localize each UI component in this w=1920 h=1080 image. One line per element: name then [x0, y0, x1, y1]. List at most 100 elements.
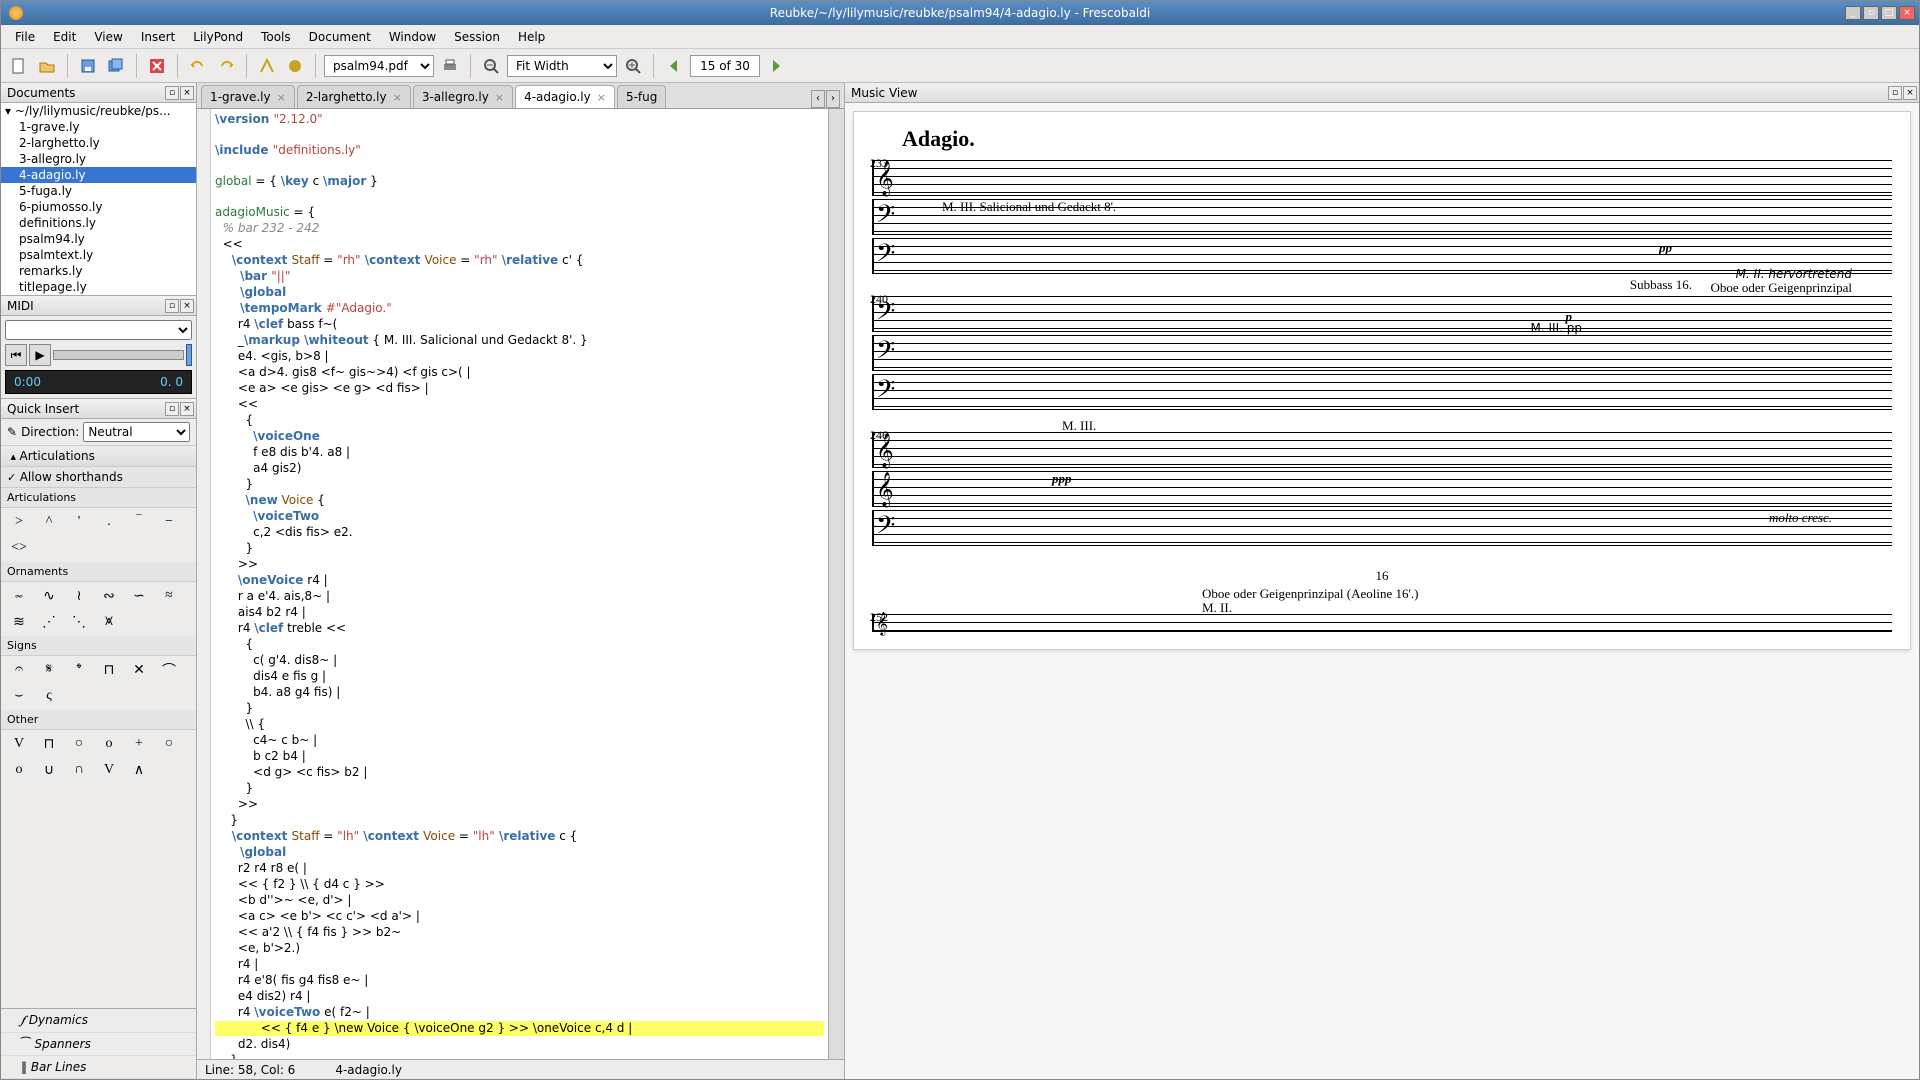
tab-close-icon[interactable]: ×	[393, 91, 402, 104]
doclist-item[interactable]: 5-fuga.ly	[1, 183, 196, 199]
tab[interactable]: 3-allegro.ly×	[413, 85, 513, 108]
doclist-item[interactable]: 6-piumosso.ly	[1, 199, 196, 215]
qi-dynamics[interactable]: 𝆑 Dynamics	[1, 1009, 196, 1033]
doclist-item[interactable]: remarks.ly	[1, 263, 196, 279]
qi-shorthands[interactable]: ✓ Allow shorthands	[1, 467, 196, 488]
doclist-item[interactable]: 3-allegro.ly	[1, 151, 196, 167]
sign-icon[interactable]: ✕	[127, 660, 151, 680]
menu-session[interactable]: Session	[446, 28, 508, 46]
midi-output-select[interactable]	[5, 320, 192, 340]
music-view-body[interactable]: Adagio. 233 𝄞 M. III. Salicional und Ged…	[845, 103, 1919, 1079]
panel-float-button[interactable]: ▫	[165, 299, 179, 313]
staccato-icon[interactable]: .	[97, 512, 121, 532]
direction-select[interactable]: Neutral	[83, 422, 190, 442]
portato-icon[interactable]: ‾	[127, 512, 151, 532]
marcato-icon[interactable]: ^	[37, 512, 61, 532]
tab-close-icon[interactable]: ×	[597, 91, 606, 104]
panel-float-button[interactable]: ▫	[165, 86, 179, 100]
other-icon[interactable]: +	[127, 734, 151, 754]
midi-rewind-button[interactable]: ⏮	[5, 344, 27, 366]
editor-scrollbar[interactable]	[828, 109, 844, 1059]
save-button[interactable]	[76, 54, 100, 78]
panel-float-button[interactable]: ▫	[165, 402, 179, 416]
menu-window[interactable]: Window	[381, 28, 444, 46]
other-icon[interactable]: ∪	[37, 760, 61, 780]
undo-button[interactable]	[186, 54, 210, 78]
espressivo-icon[interactable]: <>	[7, 538, 31, 558]
doclist-item[interactable]: psalm94.ly	[1, 231, 196, 247]
other-icon[interactable]: o	[97, 734, 121, 754]
qi-barlines[interactable]: ‖ Bar Lines	[1, 1056, 196, 1079]
tab[interactable]: 2-larghetto.ly×	[297, 85, 411, 108]
sign-icon[interactable]: ⊓	[97, 660, 121, 680]
doclist-root[interactable]: ▾ ~/ly/lilymusic/reubke/ps...	[1, 103, 196, 119]
zoom-select[interactable]: Fit Width	[507, 55, 617, 77]
other-icon[interactable]: ∧	[127, 760, 151, 780]
menu-tools[interactable]: Tools	[253, 28, 299, 46]
ornament-icon[interactable]: ⩙	[97, 612, 121, 632]
panel-float-button[interactable]: ▫	[1888, 86, 1902, 100]
new-file-button[interactable]	[7, 54, 31, 78]
sign-icon[interactable]: ⌣	[7, 686, 31, 706]
zoom-in-button[interactable]	[621, 54, 645, 78]
print-button[interactable]	[438, 54, 462, 78]
doclist-item[interactable]: psalmtext.ly	[1, 247, 196, 263]
menu-file[interactable]: File	[7, 28, 43, 46]
coda-icon[interactable]: 𝄌	[67, 660, 91, 680]
close-button[interactable]: ×	[1899, 6, 1915, 20]
panel-close-button[interactable]: ×	[1903, 86, 1917, 100]
accent-icon[interactable]: >	[7, 512, 31, 532]
menu-help[interactable]: Help	[510, 28, 553, 46]
trill-icon[interactable]: 𝆗	[7, 586, 31, 606]
redo-button[interactable]	[214, 54, 238, 78]
doclist-item[interactable]: 1-grave.ly	[1, 119, 196, 135]
tab-close-icon[interactable]: ×	[277, 91, 286, 104]
compile-button[interactable]	[255, 54, 279, 78]
doclist-item[interactable]: definitions.ly	[1, 215, 196, 231]
midi-volume[interactable]	[186, 344, 192, 366]
panel-close-button[interactable]: ×	[180, 86, 194, 100]
sign-icon[interactable]: ⌒	[157, 660, 181, 680]
doclist-item[interactable]: titlepage.ly	[1, 279, 196, 295]
qi-spanners[interactable]: ⁀ Spanners	[1, 1033, 196, 1056]
doclist-item[interactable]: 2-larghetto.ly	[1, 135, 196, 151]
pdf-select[interactable]: psalm94.pdf	[324, 55, 434, 77]
code-editor[interactable]: \version "2.12.0" \include "definitions.…	[211, 109, 828, 1059]
other-icon[interactable]: V	[97, 760, 121, 780]
other-icon[interactable]: ○	[157, 734, 181, 754]
engrave-button[interactable]	[283, 54, 307, 78]
menu-edit[interactable]: Edit	[45, 28, 84, 46]
ornament-icon[interactable]: ⋰	[37, 612, 61, 632]
tab-close-icon[interactable]: ×	[495, 91, 504, 104]
other-icon[interactable]: V	[7, 734, 31, 754]
qi-articulations-header[interactable]: ▴ Articulations	[1, 446, 196, 467]
midi-play-button[interactable]: ▶	[29, 344, 51, 366]
reverseturn-icon[interactable]: ∽	[127, 586, 151, 606]
ornament-icon[interactable]: ≋	[7, 612, 31, 632]
other-icon[interactable]: ∩	[67, 760, 91, 780]
restore-button[interactable]: ▫	[1863, 6, 1879, 20]
save-all-button[interactable]	[104, 54, 128, 78]
staccatissimo-icon[interactable]: '	[67, 512, 91, 532]
ornament-icon[interactable]: ⋱	[67, 612, 91, 632]
other-icon[interactable]: o	[7, 760, 31, 780]
menu-lilypond[interactable]: LilyPond	[185, 28, 251, 46]
midi-position-slider[interactable]	[53, 350, 184, 360]
next-page-button[interactable]	[764, 54, 788, 78]
fold-gutter[interactable]	[197, 109, 211, 1059]
menu-view[interactable]: View	[86, 28, 130, 46]
other-icon[interactable]: ⊓	[37, 734, 61, 754]
tab[interactable]: 1-grave.ly×	[201, 85, 295, 108]
prev-page-button[interactable]	[662, 54, 686, 78]
panel-close-button[interactable]: ×	[180, 299, 194, 313]
segno-icon[interactable]: 𝄋	[37, 660, 61, 680]
prall-icon[interactable]: ≀	[67, 586, 91, 606]
mordent-icon[interactable]: ∿	[37, 586, 61, 606]
zoom-out-button[interactable]	[479, 54, 503, 78]
menu-document[interactable]: Document	[301, 28, 379, 46]
open-file-button[interactable]	[35, 54, 59, 78]
fermata-icon[interactable]: 𝄐	[7, 660, 31, 680]
panel-close-button[interactable]: ×	[180, 402, 194, 416]
turn-icon[interactable]: ∾	[97, 586, 121, 606]
tab-scroll-left[interactable]: ‹	[811, 90, 825, 108]
